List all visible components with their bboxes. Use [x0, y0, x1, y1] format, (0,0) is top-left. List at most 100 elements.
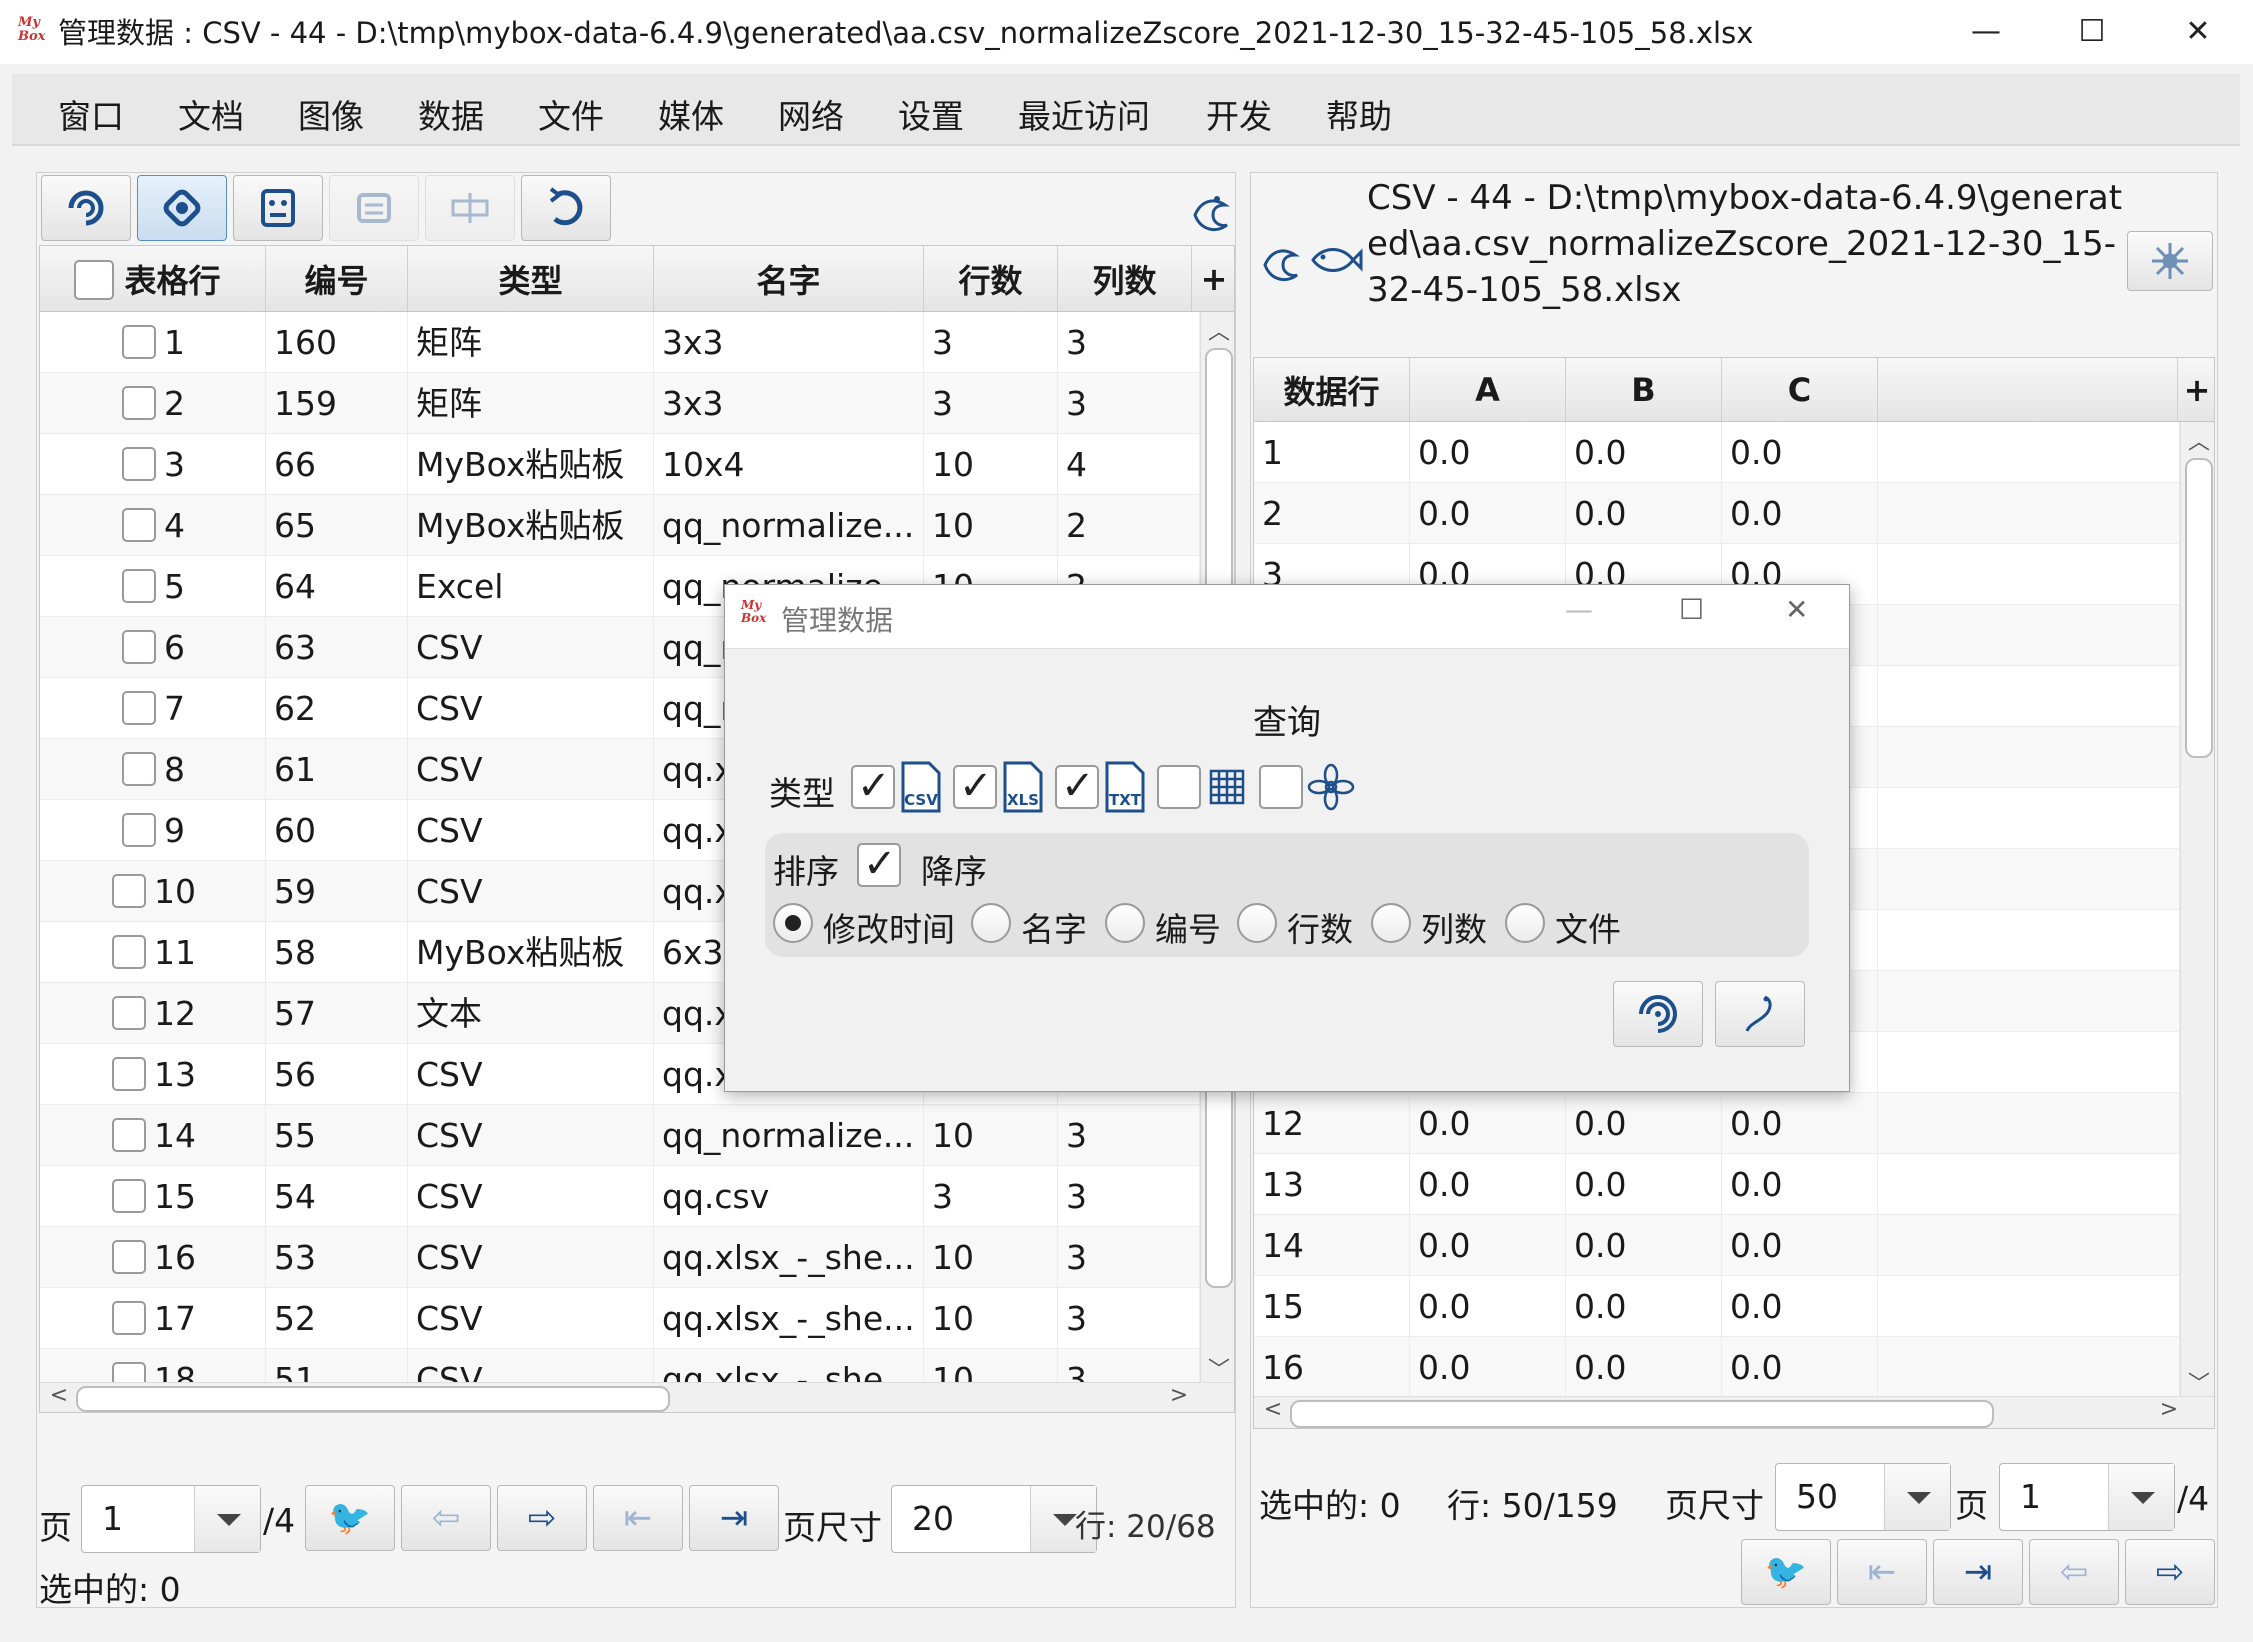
descending-checkbox[interactable]	[857, 841, 901, 887]
menu-data[interactable]: 数据	[418, 90, 484, 138]
page-size-select[interactable]: 20	[891, 1485, 1097, 1553]
menu-help[interactable]: 帮助	[1326, 90, 1392, 138]
scroll-down-icon[interactable]: ﹀	[1201, 1352, 1234, 1384]
refresh-button[interactable]	[521, 175, 611, 241]
query-cancel-button[interactable]	[1715, 981, 1805, 1047]
chevron-down-icon[interactable]	[1884, 1464, 1950, 1530]
row-checkbox[interactable]	[112, 874, 146, 908]
row-checkbox[interactable]	[112, 1301, 146, 1335]
bird-icon[interactable]	[1187, 185, 1233, 235]
next-page-button[interactable]: ⇨	[497, 1485, 587, 1551]
type-txt-checkbox[interactable]	[1055, 763, 1099, 809]
scroll-up-icon[interactable]: ︿	[2181, 424, 2214, 456]
col-header-b[interactable]: B	[1566, 358, 1722, 421]
scroll-thumb[interactable]	[2185, 458, 2213, 758]
goto-page-button[interactable]: 🐦	[1741, 1539, 1831, 1605]
col-header-id[interactable]: 编号	[266, 246, 408, 311]
select-all-checkbox[interactable]	[74, 260, 114, 300]
col-header-type[interactable]: 类型	[408, 246, 654, 311]
type-csv-checkbox[interactable]	[851, 763, 895, 809]
page-size-select[interactable]: 50	[1775, 1463, 1951, 1531]
table-row[interactable]: 15 54 CSV qq.csv 3 3	[40, 1166, 1200, 1227]
table-row[interactable]: 13 0.0 0.0 0.0	[1254, 1154, 2180, 1215]
row-checkbox[interactable]	[112, 1179, 146, 1213]
table-row[interactable]: 16 53 CSV qq.xlsx_-_she... 10 3	[40, 1227, 1200, 1288]
row-checkbox[interactable]	[122, 752, 156, 786]
table-row[interactable]: 4 65 MyBox粘贴板 qq_normalize... 10 2	[40, 495, 1200, 556]
menu-develop[interactable]: 开发	[1206, 90, 1272, 138]
menu-network[interactable]: 网络	[778, 90, 844, 138]
row-checkbox[interactable]	[112, 996, 146, 1030]
query-ok-button[interactable]	[1613, 981, 1703, 1047]
dialog-minimize-button[interactable]: —	[1565, 593, 1593, 626]
menu-recent[interactable]: 最近访问	[1018, 90, 1150, 138]
chevron-down-icon[interactable]	[194, 1486, 260, 1552]
table-row[interactable]: 2 0.0 0.0 0.0	[1254, 483, 2180, 544]
type-xls-checkbox[interactable]	[953, 763, 997, 809]
row-checkbox[interactable]	[112, 1240, 146, 1274]
row-checkbox[interactable]	[122, 508, 156, 542]
bird-icon[interactable]	[1257, 235, 1307, 285]
scroll-right-icon[interactable]: >	[2154, 1397, 2184, 1422]
row-checkbox[interactable]	[112, 1118, 146, 1152]
sort-rows-radio[interactable]	[1237, 903, 1277, 943]
edit-button[interactable]	[233, 175, 323, 241]
delete-button[interactable]	[329, 175, 419, 241]
table-row[interactable]: 18 51 CSV qq.xlsx_-_she... 10 3	[40, 1349, 1200, 1382]
goto-page-button[interactable]: 🐦	[305, 1485, 395, 1551]
row-checkbox[interactable]	[122, 630, 156, 664]
menu-settings[interactable]: 设置	[898, 90, 964, 138]
row-checkbox[interactable]	[122, 325, 156, 359]
row-checkbox[interactable]	[122, 386, 156, 420]
hscroll-thumb[interactable]	[76, 1386, 670, 1412]
add-column-button[interactable]: +	[2178, 358, 2214, 421]
table-row[interactable]: 1 160 矩阵 3x3 3 3	[40, 312, 1200, 373]
scroll-left-icon[interactable]: <	[1258, 1397, 1288, 1422]
page-select[interactable]: 1	[81, 1485, 261, 1553]
col-header-data-row[interactable]: 数据行	[1254, 358, 1410, 421]
row-checkbox[interactable]	[122, 813, 156, 847]
first-page-button[interactable]: ⇤	[593, 1485, 683, 1551]
col-header-name[interactable]: 名字	[654, 246, 924, 311]
horizontal-scrollbar[interactable]: < >	[40, 1382, 1234, 1412]
sort-modify-time-radio[interactable]	[773, 903, 813, 943]
scroll-up-icon[interactable]: ︿	[1201, 314, 1234, 346]
menu-media[interactable]: 媒体	[658, 90, 724, 138]
vertical-scrollbar[interactable]: ︿ ﹀	[2180, 422, 2214, 1398]
row-checkbox[interactable]	[112, 935, 146, 969]
table-row[interactable]: 14 55 CSV qq_normalize... 10 3	[40, 1105, 1200, 1166]
menu-window[interactable]: 窗口	[58, 90, 124, 138]
last-page-button[interactable]: ⇥	[689, 1485, 779, 1551]
sort-name-radio[interactable]	[971, 903, 1011, 943]
dialog-close-button[interactable]: ✕	[1785, 593, 1808, 626]
first-page-button[interactable]: ⇤	[1837, 1539, 1927, 1605]
next-page-button[interactable]: ⇨	[2125, 1539, 2215, 1605]
sort-id-radio[interactable]	[1105, 903, 1145, 943]
scroll-down-icon[interactable]: ﹀	[2181, 1366, 2214, 1398]
col-header-row[interactable]: 表格行	[40, 246, 266, 311]
hscroll-thumb[interactable]	[1290, 1400, 1994, 1428]
col-header-c[interactable]: C	[1722, 358, 1878, 421]
options-button[interactable]	[2127, 231, 2213, 291]
col-header-d[interactable]	[1878, 358, 2178, 421]
table-row[interactable]: 17 52 CSV qq.xlsx_-_she... 10 3	[40, 1288, 1200, 1349]
horizontal-scrollbar[interactable]: < >	[1254, 1396, 2214, 1428]
chevron-down-icon[interactable]	[2108, 1464, 2174, 1530]
type-clipboard-checkbox[interactable]	[1259, 765, 1303, 809]
dialog-maximize-button[interactable]: ☐	[1679, 593, 1704, 626]
scroll-right-icon[interactable]: >	[1164, 1383, 1194, 1408]
sort-cols-radio[interactable]	[1371, 903, 1411, 943]
view-button[interactable]	[137, 175, 227, 241]
previous-page-button[interactable]: ⇦	[2029, 1539, 2119, 1605]
menu-image[interactable]: 图像	[298, 90, 364, 138]
row-checkbox[interactable]	[112, 1362, 146, 1382]
scroll-left-icon[interactable]: <	[44, 1383, 74, 1408]
col-header-rows[interactable]: 行数	[924, 246, 1058, 311]
row-checkbox[interactable]	[122, 447, 156, 481]
add-column-button[interactable]: +	[1192, 246, 1234, 311]
row-checkbox[interactable]	[122, 691, 156, 725]
maximize-button[interactable]: ☐	[2064, 8, 2120, 56]
table-row[interactable]: 15 0.0 0.0 0.0	[1254, 1276, 2180, 1337]
type-matrix-checkbox[interactable]	[1157, 765, 1201, 809]
col-header-a[interactable]: A	[1410, 358, 1566, 421]
